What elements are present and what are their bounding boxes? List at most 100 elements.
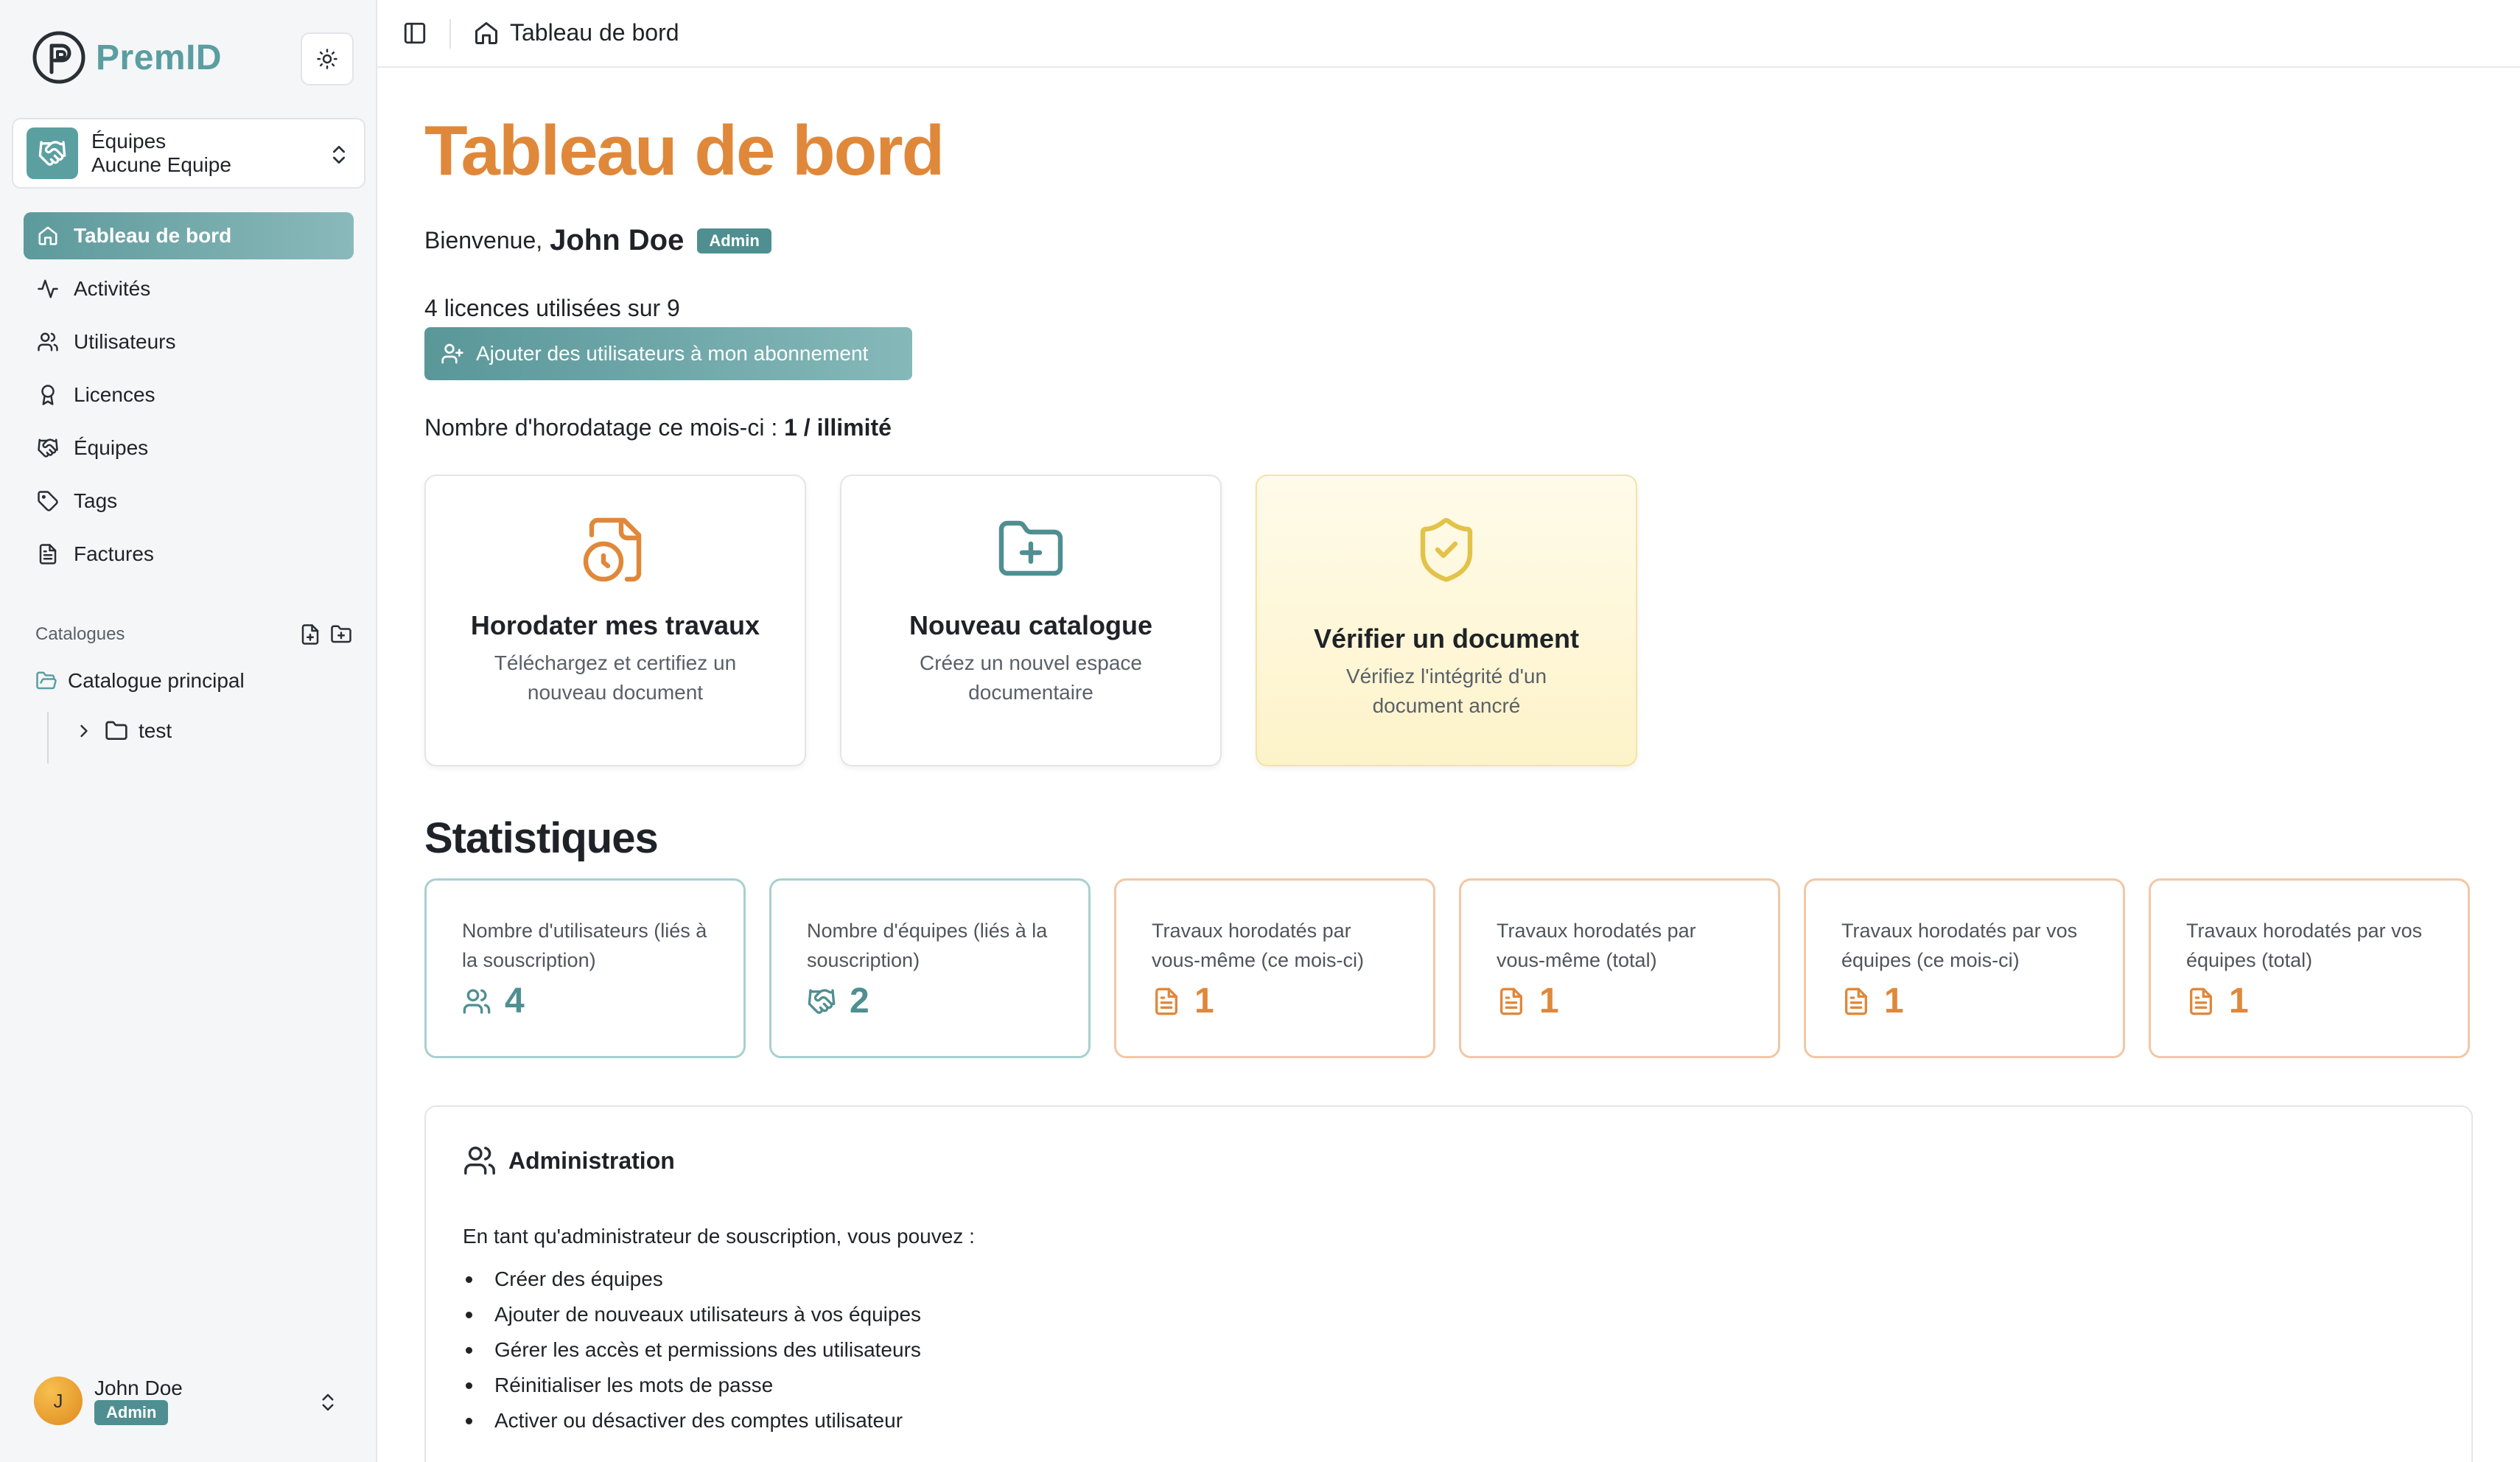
sidebar-item-utilisateurs[interactable]: Utilisateurs — [24, 318, 354, 366]
main-content: Tableau de bord Tableau de bord Bienvenu… — [377, 0, 2520, 1462]
file-text-icon — [39, 544, 57, 564]
card-title: Vérifier un document — [1313, 623, 1580, 654]
administration-intro: En tant qu'administrateur de souscriptio… — [463, 1225, 975, 1248]
new-catalogue-card[interactable]: Nouveau catalogue Créez un nouvel espace… — [840, 475, 1222, 766]
stat-label: Nombre d'équipes (liés à la souscription… — [807, 920, 1048, 971]
tag-icon — [38, 491, 58, 511]
home-icon — [38, 226, 57, 245]
sidebar-item-factures[interactable]: Factures — [24, 531, 354, 578]
list-item: Gérer les accès et permissions des utili… — [463, 1332, 921, 1368]
administration-list: Créer des équipes Ajouter de nouveaux ut… — [463, 1262, 921, 1438]
shield-check-icon — [1420, 517, 1473, 582]
sidebar-item-label: Factures — [74, 542, 154, 565]
users-icon — [464, 1147, 495, 1175]
chevrons-up-down-icon — [333, 146, 345, 164]
handshake-icon — [808, 988, 836, 1014]
file-text-icon — [1845, 987, 1867, 1015]
folder-plus-icon — [998, 520, 1063, 576]
stat-label: Nombre d'utilisateurs (liés à la souscri… — [462, 920, 707, 971]
stat-value: 1 — [1194, 982, 1214, 1021]
tree-guide-line — [47, 712, 49, 763]
catalogue-item-label: Catalogue principal — [68, 669, 245, 692]
user-menu[interactable]: J John Doe Admin — [34, 1377, 351, 1425]
handshake-icon — [38, 438, 58, 458]
sidebar-item-label: Activités — [74, 277, 151, 300]
folder-open-icon — [36, 671, 57, 690]
file-text-icon — [1500, 987, 1522, 1015]
timestamps-prefix: Nombre d'horodatage ce mois-ci : — [424, 414, 778, 441]
card-title: Horodater mes travaux — [470, 610, 760, 640]
brand[interactable]: PremID — [31, 29, 222, 85]
catalogue-item-principal[interactable]: Catalogue principal — [35, 669, 245, 693]
theme-toggle-button[interactable] — [301, 32, 354, 85]
list-item: Activer ou désactiver des comptes utilis… — [463, 1403, 921, 1438]
file-plus-icon[interactable] — [299, 623, 321, 646]
stat-card-my-works-month: Travaux horodatés par vous-même (ce mois… — [1114, 878, 1435, 1058]
add-users-button[interactable]: Ajouter des utilisateurs à mon abonnemen… — [424, 327, 912, 380]
user-plus-icon — [441, 343, 463, 364]
sidebar-item-label: Tableau de bord — [74, 224, 232, 247]
chevron-right-icon[interactable] — [74, 721, 94, 741]
timestamps-count: Nombre d'horodatage ce mois-ci : 1 / ill… — [424, 414, 892, 441]
card-description: Créez un nouvel espace documentaire — [920, 651, 1142, 704]
stat-value: 1 — [1884, 982, 1904, 1021]
stat-value: 4 — [505, 982, 525, 1021]
timestamp-work-card[interactable]: Horodater mes travaux Téléchargez et cer… — [424, 475, 806, 766]
catalogue-item-label: test — [139, 719, 172, 742]
team-switcher-subtitle: Aucune Equipe — [91, 153, 231, 176]
breadcrumb[interactable]: Tableau de bord — [473, 19, 679, 46]
user-role-badge: Admin — [94, 1400, 169, 1425]
catalogue-item-test[interactable]: test — [74, 719, 172, 743]
sidebar-item-tags[interactable]: Tags — [24, 478, 354, 525]
award-icon — [41, 385, 55, 405]
card-title: Nouveau catalogue — [909, 610, 1153, 640]
file-clock-icon — [583, 517, 642, 582]
sidebar-item-licences[interactable]: Licences — [24, 371, 354, 419]
topbar-divider — [449, 19, 451, 49]
sidebar-nav: Tableau de bord Activités Utilisateurs L… — [24, 212, 354, 584]
sidebar-item-label: Tags — [74, 489, 118, 512]
welcome-line: Bienvenue, John Doe Admin — [424, 224, 771, 257]
stat-value: 1 — [1539, 982, 1559, 1021]
avatar: J — [34, 1377, 83, 1425]
list-item: Créer des équipes — [463, 1262, 921, 1297]
users-icon — [463, 988, 491, 1014]
administration-title: Administration — [508, 1147, 675, 1174]
topbar: Tableau de bord — [377, 0, 2520, 68]
stat-card-team-works-month: Travaux horodatés par vos équipes (ce mo… — [1804, 878, 2125, 1058]
catalogues-header: Catalogues — [35, 623, 352, 646]
sidebar-item-equipes[interactable]: Équipes — [24, 424, 354, 472]
chevrons-up-down-icon — [322, 1393, 334, 1411]
folder-plus-icon[interactable] — [330, 623, 352, 646]
statistics-title: Statistiques — [424, 814, 659, 862]
stat-card-teams: Nombre d'équipes (liés à la souscription… — [769, 878, 1091, 1058]
stat-label: Travaux horodatés par vos équipes (total… — [2186, 920, 2423, 971]
stat-card-team-works-total: Travaux horodatés par vos équipes (total… — [2149, 878, 2470, 1058]
sidebar-item-label: Utilisateurs — [74, 330, 176, 353]
card-description: Téléchargez et certifiez un nouveau docu… — [494, 651, 737, 704]
sidebar-item-tableau-de-bord[interactable]: Tableau de bord — [24, 212, 354, 259]
sidebar-toggle-icon[interactable] — [402, 21, 427, 46]
stat-label: Travaux horodatés par vos équipes (ce mo… — [1841, 920, 2078, 971]
stat-card-my-works-total: Travaux horodatés par vous-même (total) … — [1459, 878, 1780, 1058]
sidebar-item-label: Équipes — [74, 436, 149, 459]
welcome-prefix: Bienvenue, — [424, 227, 543, 253]
file-text-icon — [2190, 987, 2212, 1015]
list-item: Ajouter de nouveaux utilisateurs à vos é… — [463, 1297, 921, 1332]
stat-value: 1 — [2229, 982, 2249, 1021]
team-switcher-title: Équipes — [91, 130, 167, 153]
team-switcher[interactable]: Équipes Aucune Equipe — [12, 118, 365, 189]
administration-header: Administration — [463, 1144, 675, 1178]
breadcrumb-label: Tableau de bord — [510, 19, 679, 46]
role-badge: Admin — [697, 228, 771, 253]
stat-label: Travaux horodatés par vous-même (ce mois… — [1152, 920, 1365, 971]
card-description: Vérifiez l'intégrité d'un document ancré — [1345, 665, 1547, 717]
sidebar-item-activites[interactable]: Activités — [24, 265, 354, 312]
catalogues-label: Catalogues — [35, 624, 125, 644]
premid-logo-icon — [32, 31, 85, 84]
verify-document-card[interactable]: Vérifier un document Vérifiez l'intégrit… — [1256, 475, 1637, 766]
sun-icon — [317, 49, 337, 69]
sidebar-item-label: Licences — [74, 383, 155, 406]
administration-panel: Administration En tant qu'administrateur… — [424, 1105, 2473, 1462]
user-name: John Doe — [94, 1377, 183, 1399]
